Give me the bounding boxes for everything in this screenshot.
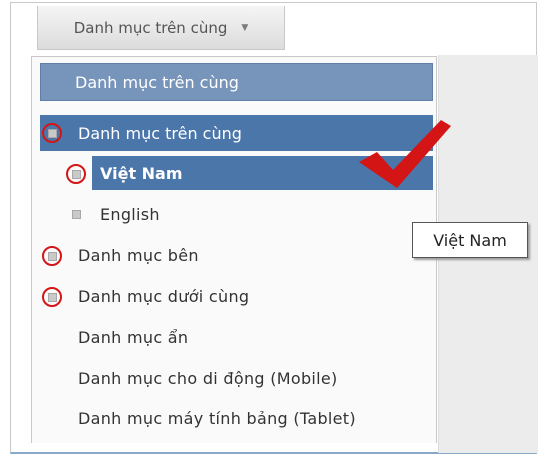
menu-item-label: Danh mục trên cùng <box>78 123 242 143</box>
menu-dropdown-label: Danh mục trên cùng <box>73 18 228 37</box>
tooltip: Việt Nam <box>412 222 528 258</box>
highlight-circle-icon <box>42 123 62 143</box>
highlight-circle-icon <box>66 164 86 184</box>
menu-header-label: Danh mục trên cùng <box>75 72 239 92</box>
menu-dropdown-header[interactable]: Danh mục trên cùng <box>40 63 433 101</box>
menu-item-english[interactable]: English <box>100 205 160 224</box>
menu-dropdown-button[interactable]: Danh mục trên cùng ▼ <box>37 6 285 50</box>
menu-item-mobile[interactable]: Danh mục cho di động (Mobile) <box>78 369 338 388</box>
menu-item-side[interactable]: Danh mục bên <box>78 246 199 265</box>
menu-item-hidden[interactable]: Danh mục ẩn <box>78 328 188 347</box>
menu-item-bottom[interactable]: Danh mục dưới cùng <box>78 287 249 306</box>
menu-item-label: Việt Nam <box>100 163 183 183</box>
expand-icon[interactable] <box>72 210 81 219</box>
highlight-circle-icon <box>42 246 62 266</box>
menu-item-tablet[interactable]: Danh mục máy tính bảng (Tablet) <box>78 409 356 428</box>
tooltip-text: Việt Nam <box>433 230 507 250</box>
highlight-circle-icon <box>42 287 62 307</box>
checkmark-icon <box>359 120 451 188</box>
chevron-down-icon: ▼ <box>241 22 249 33</box>
